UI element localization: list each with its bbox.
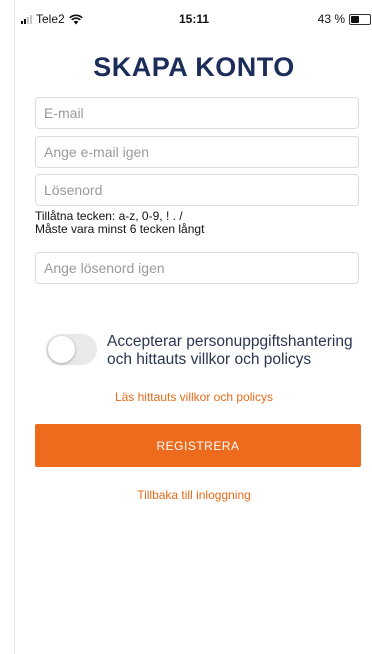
phone-screen: Tele2 15:11 43 % SKAPA KONTO Tillåtna te… bbox=[14, 0, 372, 654]
consent-label: Accepterar personuppgiftshantering och h… bbox=[107, 333, 353, 368]
email-confirm-input[interactable] bbox=[35, 136, 359, 168]
page-title: SKAPA KONTO bbox=[93, 52, 295, 82]
battery-fill bbox=[351, 15, 359, 23]
status-right: 43 % bbox=[318, 12, 371, 26]
password-hint-length: Måste vara minst 6 tecken långt bbox=[35, 222, 205, 236]
consent-toggle[interactable] bbox=[46, 334, 97, 365]
register-button[interactable]: REGISTRERA bbox=[35, 424, 361, 467]
terms-link[interactable]: Läs hittauts villkor och policys bbox=[15, 390, 372, 404]
battery-icon bbox=[349, 13, 371, 25]
email-input[interactable] bbox=[35, 97, 359, 129]
password-input[interactable] bbox=[35, 174, 359, 206]
battery-percent: 43 % bbox=[317, 12, 345, 26]
back-to-login-link[interactable]: Tillbaka till inloggning bbox=[15, 488, 372, 502]
password-hint: Tillåtna tecken: a-z, 0-9, ! . / Måste v… bbox=[35, 210, 204, 236]
status-bar: Tele2 15:11 43 % bbox=[15, 0, 372, 30]
toggle-knob bbox=[48, 336, 75, 363]
password-confirm-input[interactable] bbox=[35, 252, 359, 284]
